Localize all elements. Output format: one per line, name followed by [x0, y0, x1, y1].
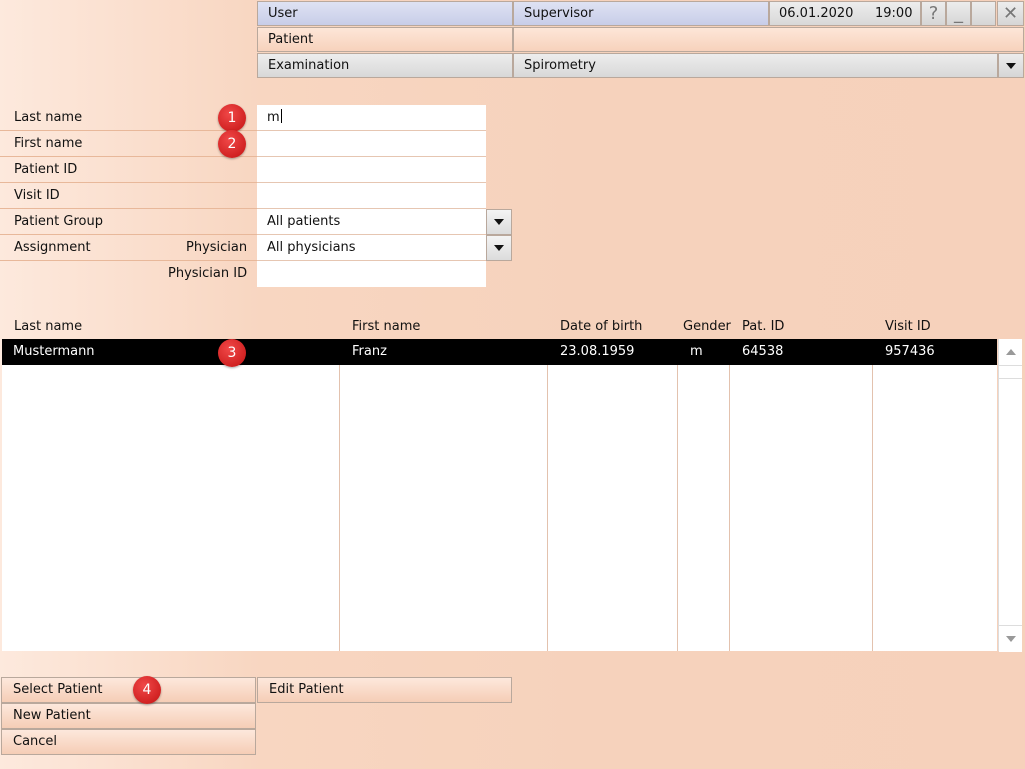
examination-dropdown-button[interactable]	[998, 53, 1024, 78]
column-header-first-name[interactable]: First name	[352, 316, 420, 338]
last-name-input[interactable]: m	[257, 105, 486, 131]
cell-gender: m	[690, 344, 703, 359]
close-button[interactable]: ✕	[997, 1, 1024, 26]
assignment-label: Assignment	[14, 240, 91, 255]
chevron-down-icon	[494, 219, 504, 225]
column-header-pat-id[interactable]: Pat. ID	[742, 316, 784, 338]
examination-label: Examination	[257, 53, 513, 78]
callout-badge-1: 1	[218, 104, 246, 132]
callout-badge-3: 3	[218, 339, 246, 367]
column-header-date-of-birth[interactable]: Date of birth	[560, 316, 642, 338]
examination-select[interactable]: Spirometry	[513, 53, 998, 78]
table-scrollbar[interactable]	[998, 339, 1022, 652]
cell-pat-id: 64538	[742, 344, 784, 359]
last-name-label: Last name	[14, 110, 83, 125]
visit-id-label: Visit ID	[14, 188, 60, 203]
physician-dropdown-button[interactable]	[486, 235, 512, 261]
column-header-last-name[interactable]: Last name	[14, 316, 82, 338]
chevron-down-icon	[494, 245, 504, 251]
callout-badge-2: 2	[218, 130, 246, 158]
text-cursor	[280, 109, 282, 123]
app-window: User Supervisor 06.01.2020 19:00 ? _ ✕ P…	[0, 0, 1025, 769]
patient-group-label: Patient Group	[14, 214, 103, 229]
column-divider	[339, 339, 340, 651]
scroll-down-icon	[1005, 636, 1016, 642]
scroll-up-button[interactable]	[999, 339, 1022, 366]
column-header-gender[interactable]: Gender	[683, 316, 731, 338]
new-patient-button[interactable]: New Patient	[1, 703, 256, 729]
table-row[interactable]	[2, 339, 997, 365]
user-label: User	[257, 1, 513, 26]
minimize-button[interactable]: _	[946, 1, 971, 26]
patient-label: Patient	[257, 27, 513, 52]
patient-group-select[interactable]: All patients	[257, 209, 486, 235]
patient-group-dropdown-button[interactable]	[486, 209, 512, 235]
datetime-display: 06.01.2020 19:00	[769, 1, 921, 26]
column-divider	[547, 339, 548, 651]
patient-id-input[interactable]	[257, 157, 486, 183]
physician-id-input[interactable]	[257, 261, 486, 287]
cell-visit-id: 957436	[885, 344, 935, 359]
scroll-thumb[interactable]	[999, 366, 1022, 379]
close-icon: ✕	[1002, 3, 1019, 24]
last-name-value: m	[267, 110, 280, 125]
column-divider	[872, 339, 873, 651]
chevron-down-icon	[1006, 62, 1016, 69]
cell-date-of-birth: 23.08.1959	[560, 344, 635, 359]
physician-select[interactable]: All physicians	[257, 235, 486, 261]
cell-first-name: Franz	[352, 344, 387, 359]
help-button[interactable]: ?	[921, 1, 946, 26]
column-divider	[677, 339, 678, 651]
physician-id-label: Physician ID	[168, 266, 248, 281]
results-table	[2, 339, 997, 651]
cell-last-name: Mustermann	[13, 344, 95, 359]
callout-badge-4: 4	[133, 676, 161, 704]
blank-button[interactable]	[971, 1, 996, 26]
minimize-icon: _	[954, 3, 963, 24]
cancel-button[interactable]: Cancel	[1, 729, 256, 755]
edit-patient-button[interactable]: Edit Patient	[257, 677, 512, 703]
column-header-visit-id[interactable]: Visit ID	[885, 316, 931, 338]
patient-id-label: Patient ID	[14, 162, 78, 177]
scroll-down-button[interactable]	[999, 625, 1022, 652]
first-name-label: First name	[14, 136, 83, 151]
user-value: Supervisor	[513, 1, 769, 26]
first-name-input[interactable]	[257, 131, 486, 157]
column-divider	[729, 339, 730, 651]
help-icon: ?	[928, 3, 939, 24]
patient-value	[513, 27, 1024, 52]
visit-id-input[interactable]	[257, 183, 486, 209]
scroll-up-icon	[1005, 349, 1016, 355]
date-value: 06.01.2020	[779, 6, 854, 21]
time-value: 19:00	[875, 6, 913, 21]
physician-label: Physician	[186, 240, 248, 255]
select-patient-button[interactable]: Select Patient	[1, 677, 256, 703]
